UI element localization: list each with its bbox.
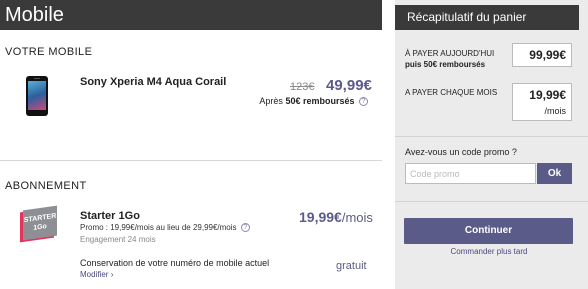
cart-divider bbox=[395, 201, 588, 202]
section-divider bbox=[0, 160, 382, 161]
offer-price-unit: /mois bbox=[341, 210, 373, 225]
mobile-section-title: VOTRE MOBILE bbox=[5, 46, 93, 58]
subscription-section-title: ABONNEMENT bbox=[5, 180, 87, 192]
old-price: 123€ bbox=[290, 81, 315, 93]
product-name: Sony Xperia M4 Aqua Corail bbox=[80, 76, 227, 88]
cart-divider bbox=[395, 136, 588, 137]
pay-today-sub: puis 50€ remboursés bbox=[405, 60, 486, 69]
cart-summary-panel: Récapitulatif du panier À PAYER AUJOURD'… bbox=[395, 0, 588, 289]
refund-note: Après 50€ remboursés ? bbox=[259, 96, 368, 107]
offer-price-value: 19,99€ bbox=[299, 209, 342, 225]
promo-question: Avez-vous un code promo ? bbox=[405, 147, 517, 157]
promo-text: Promo : 19,99€/mois au lieu de 29,99€/mo… bbox=[80, 223, 237, 232]
engagement: Engagement 24 mois bbox=[80, 235, 156, 244]
keep-number-text: Conservation de votre numéro de mobile a… bbox=[80, 258, 270, 268]
refund-amount: 50€ remboursés bbox=[285, 96, 355, 106]
promo-text-row: Promo : 19,99€/mois au lieu de 29,99€/mo… bbox=[80, 223, 250, 233]
help-icon[interactable]: ? bbox=[240, 223, 250, 233]
help-icon[interactable]: ? bbox=[359, 97, 368, 107]
pay-today-label: À PAYER AUJOURD'HUI bbox=[405, 49, 495, 58]
pay-monthly-unit: /mois bbox=[544, 106, 566, 116]
pay-monthly-box: 19,99€ /mois bbox=[512, 83, 572, 121]
offer-price: 19,99€/mois bbox=[299, 209, 373, 225]
continue-button[interactable]: Continuer bbox=[404, 218, 573, 244]
keep-number-price: gratuit bbox=[336, 260, 367, 272]
pay-today-value: 99,99€ bbox=[512, 43, 572, 67]
phone-image bbox=[26, 76, 48, 116]
promo-code-input[interactable] bbox=[405, 163, 536, 184]
cart-title: Récapitulatif du panier bbox=[395, 5, 579, 30]
modify-label[interactable]: Modifier bbox=[80, 270, 108, 279]
main-panel: Mobile VOTRE MOBILE Sony Xperia M4 Aqua … bbox=[0, 0, 382, 289]
page-title: Mobile bbox=[0, 0, 382, 30]
modify-link[interactable]: Modifier › bbox=[80, 270, 113, 279]
chevron-right-icon: › bbox=[110, 270, 114, 279]
new-price: 49,99€ bbox=[326, 77, 372, 94]
promo-ok-button[interactable]: Ok bbox=[537, 163, 572, 184]
starter-logo: STARTER 1Go bbox=[18, 205, 58, 243]
pay-monthly-value: 19,99€ bbox=[529, 88, 566, 102]
order-later-link[interactable]: Commander plus tard bbox=[395, 247, 583, 256]
refund-prefix: Après bbox=[259, 96, 283, 106]
pay-monthly-label: A PAYER CHAQUE MOIS bbox=[405, 88, 498, 97]
offer-name: Starter 1Go bbox=[80, 210, 140, 222]
